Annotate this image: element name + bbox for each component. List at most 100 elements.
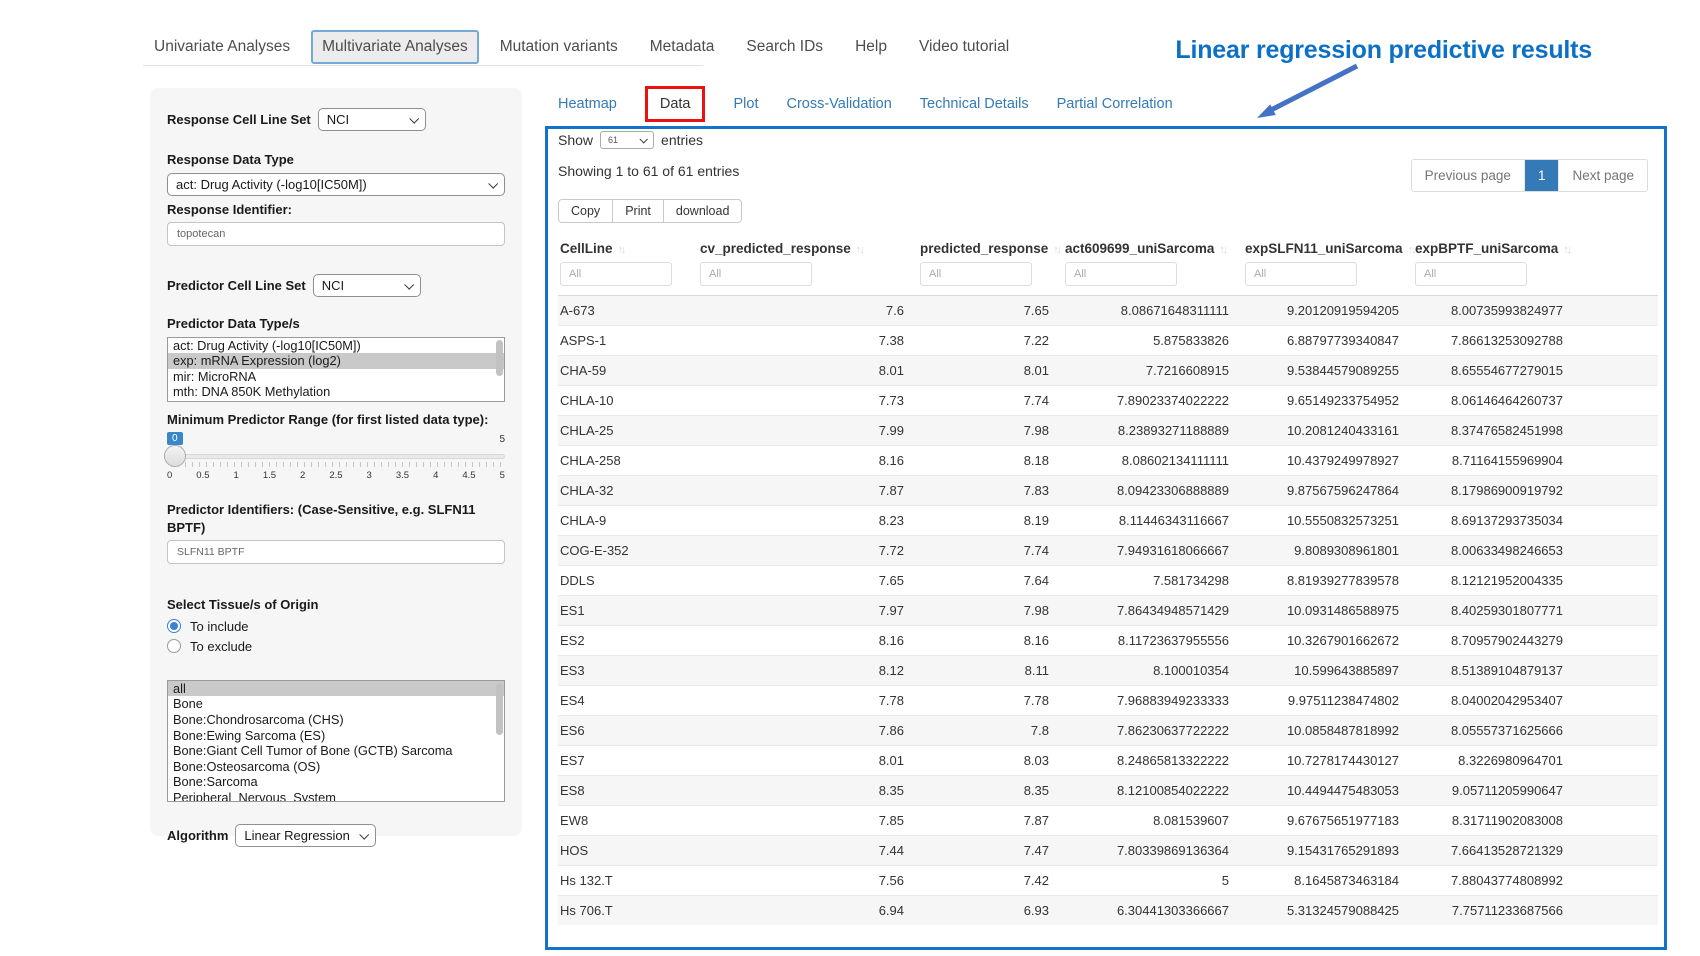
table-row[interactable]: CHLA-327.877.838.094233068888899.8756759…: [558, 476, 1658, 506]
show-label: Show: [558, 132, 593, 148]
algorithm-select[interactable]: Linear Regression: [235, 824, 376, 847]
predictor-data-type-option-mth-dna-850k-methylation[interactable]: mth: DNA 850K Methylation: [168, 384, 504, 400]
column-header-cellline[interactable]: CellLine ↑↓: [558, 231, 698, 260]
radio-to-exclude[interactable]: To exclude: [167, 639, 505, 654]
radio-icon[interactable]: [167, 619, 181, 633]
nav-item-multivariate-analyses[interactable]: Multivariate Analyses: [311, 30, 479, 64]
response-data-type-select[interactable]: act: Drug Activity (-log10[IC50M]): [167, 173, 505, 196]
radio-to-include[interactable]: To include: [167, 619, 505, 634]
sort-icon[interactable]: ↑↓: [1053, 244, 1060, 256]
tab-cross-validation[interactable]: Cross-Validation: [786, 96, 891, 112]
response-identifier-input[interactable]: [167, 222, 505, 246]
predictor-data-type-option-act-drug-activity-log10-ic50m[interactable]: act: Drug Activity (-log10[IC50M]): [168, 338, 504, 354]
table-row[interactable]: ES78.018.038.2486581332222210.7278174430…: [558, 746, 1658, 776]
tab-data[interactable]: Data: [660, 96, 691, 112]
tab-technical-details[interactable]: Technical Details: [920, 96, 1029, 112]
cell-value: 8.24865813322222: [1063, 746, 1243, 776]
table-row[interactable]: HOS7.447.477.803398691363649.15431765291…: [558, 836, 1658, 866]
table-row[interactable]: CHLA-98.238.198.1144634311666710.5550832…: [558, 506, 1658, 536]
sort-icon[interactable]: ↑↓: [1563, 244, 1570, 256]
tissue-option-bone[interactable]: Bone: [168, 696, 504, 712]
filter-input-expslfn11-unisarcoma[interactable]: [1245, 262, 1357, 286]
table-row[interactable]: Hs 706.T6.946.936.304413033666675.313245…: [558, 896, 1658, 926]
cell-value: 10.4379249978927: [1243, 446, 1413, 476]
filter-cell: [918, 260, 1063, 296]
tissue-option-bone-ewing-sarcoma-es[interactable]: Bone:Ewing Sarcoma (ES): [168, 728, 504, 744]
predictor-data-types-listbox[interactable]: act: Drug Activity (-log10[IC50M])exp: m…: [167, 337, 505, 402]
filter-input-act609699-unisarcoma[interactable]: [1065, 262, 1177, 286]
slider-track[interactable]: [167, 454, 505, 459]
tissue-option-bone-giant-cell-tumor-of-bone-gctb-sarcoma[interactable]: Bone:Giant Cell Tumor of Bone (GCTB) Sar…: [168, 743, 504, 759]
filter-input-cv-predicted-response[interactable]: [700, 262, 812, 286]
nav-item-video-tutorial[interactable]: Video tutorial: [908, 30, 1020, 64]
table-row[interactable]: CHLA-257.997.988.2389327118888910.208124…: [558, 416, 1658, 446]
table-row[interactable]: Hs 132.T7.567.4258.16458734631847.880437…: [558, 866, 1658, 896]
previous-page-button[interactable]: Previous page: [1412, 160, 1524, 191]
tissue-listbox[interactable]: allBoneBone:Chondrosarcoma (CHS)Bone:Ewi…: [167, 680, 505, 802]
tissue-option-all[interactable]: all: [168, 681, 504, 697]
predictor-cell-line-set-select[interactable]: NCI: [313, 274, 421, 297]
scrollbar[interactable]: [496, 340, 503, 376]
column-header-expslfn11-unisarcoma[interactable]: expSLFN11_uniSarcoma↑↓: [1243, 231, 1413, 260]
min-predictor-range-slider[interactable]: 0 5 00.511.522.533.544.55: [167, 432, 505, 488]
table-row[interactable]: ES28.168.168.1172363795555610.3267901662…: [558, 626, 1658, 656]
scrollbar[interactable]: [496, 683, 503, 735]
tab-plot[interactable]: Plot: [733, 96, 758, 112]
filter-input-cellline[interactable]: [560, 262, 672, 286]
sort-icon[interactable]: ↑↓: [856, 244, 863, 256]
cell-value: 7.78: [698, 686, 918, 716]
tab-partial-correlation[interactable]: Partial Correlation: [1057, 96, 1173, 112]
table-row[interactable]: CHA-598.018.017.72166089159.538445790892…: [558, 356, 1658, 386]
table-row[interactable]: ES67.867.87.8623063772222210.08584878189…: [558, 716, 1658, 746]
nav-item-mutation-variants[interactable]: Mutation variants: [489, 30, 629, 64]
table-row[interactable]: CHLA-2588.168.188.0860213411111110.43792…: [558, 446, 1658, 476]
predictor-data-type-option-exp-mrna-expression-log2[interactable]: exp: mRNA Expression (log2): [168, 353, 504, 369]
sort-icon[interactable]: ↑↓: [1219, 244, 1226, 256]
table-row[interactable]: EW87.857.878.0815396079.676756519771838.…: [558, 806, 1658, 836]
nav-item-univariate-analyses[interactable]: Univariate Analyses: [143, 30, 301, 64]
table-row[interactable]: ES38.128.118.10001035410.5996438858978.5…: [558, 656, 1658, 686]
sort-icon[interactable]: ↑↓: [1408, 244, 1415, 256]
next-page-button[interactable]: Next page: [1558, 160, 1647, 191]
current-page-button[interactable]: 1: [1524, 160, 1559, 191]
radio-icon[interactable]: [167, 639, 181, 653]
cell-value: 8.35: [698, 776, 918, 806]
table-row[interactable]: DDLS7.657.647.5817342988.819392778395788…: [558, 566, 1658, 596]
column-header-act609699-unisarcoma[interactable]: act609699_uniSarcoma↑↓: [1063, 231, 1243, 260]
table-row[interactable]: CHLA-107.737.747.890233740222229.6514923…: [558, 386, 1658, 416]
print-button[interactable]: Print: [612, 199, 664, 223]
filter-input-predicted-response[interactable]: [920, 262, 1032, 286]
table-row[interactable]: COG-E-3527.727.747.949316180666679.80893…: [558, 536, 1658, 566]
response-cell-line-set-select[interactable]: NCI: [318, 108, 426, 131]
cell-value: 8.12100854022222: [1063, 776, 1243, 806]
filter-input-expbptf-unisarcoma[interactable]: [1415, 262, 1527, 286]
nav-item-help[interactable]: Help: [844, 30, 898, 64]
tissue-option-bone-sarcoma[interactable]: Bone:Sarcoma: [168, 774, 504, 790]
tab-heatmap[interactable]: Heatmap: [558, 96, 617, 112]
cell-line-name: CHLA-10: [558, 386, 698, 416]
predictor-data-type-option-mir-microrna[interactable]: mir: MicroRNA: [168, 369, 504, 385]
column-header-cv-predicted-response[interactable]: cv_predicted_response↑↓: [698, 231, 918, 260]
tissue-option-peripheral-nervous-system[interactable]: Peripheral_Nervous_System: [168, 790, 504, 802]
cell-value: 10.5550832573251: [1243, 506, 1413, 536]
tissue-option-bone-chondrosarcoma-chs[interactable]: Bone:Chondrosarcoma (CHS): [168, 712, 504, 728]
cell-value: 7.86613253092788: [1413, 326, 1658, 356]
cell-value: 8.19: [918, 506, 1063, 536]
column-header-label: CellLine: [560, 241, 613, 256]
table-row[interactable]: ES17.977.987.8643494857142910.0931486588…: [558, 596, 1658, 626]
download-button[interactable]: download: [663, 199, 743, 223]
nav-item-search-ids[interactable]: Search IDs: [735, 30, 834, 64]
column-header-expbptf-unisarcoma[interactable]: expBPTF_uniSarcoma↑↓: [1413, 231, 1658, 260]
copy-button[interactable]: Copy: [558, 199, 613, 223]
entries-select[interactable]: 61: [600, 131, 654, 149]
table-row[interactable]: ES88.358.358.1210085402222210.4494475483…: [558, 776, 1658, 806]
sort-icon[interactable]: ↑↓: [618, 244, 625, 256]
table-row[interactable]: ES47.787.787.968839492333339.97511238474…: [558, 686, 1658, 716]
predictor-identifiers-input[interactable]: [167, 540, 505, 564]
tissue-option-bone-osteosarcoma-os[interactable]: Bone:Osteosarcoma (OS): [168, 759, 504, 775]
nav-item-metadata[interactable]: Metadata: [639, 30, 726, 64]
table-row[interactable]: ASPS-17.387.225.8758338266.8879773934084…: [558, 326, 1658, 356]
table-row[interactable]: A-6737.67.658.086716483111119.2012091959…: [558, 296, 1658, 326]
cell-value: 10.0931486588975: [1243, 596, 1413, 626]
column-header-predicted-response[interactable]: predicted_response↑↓: [918, 231, 1063, 260]
